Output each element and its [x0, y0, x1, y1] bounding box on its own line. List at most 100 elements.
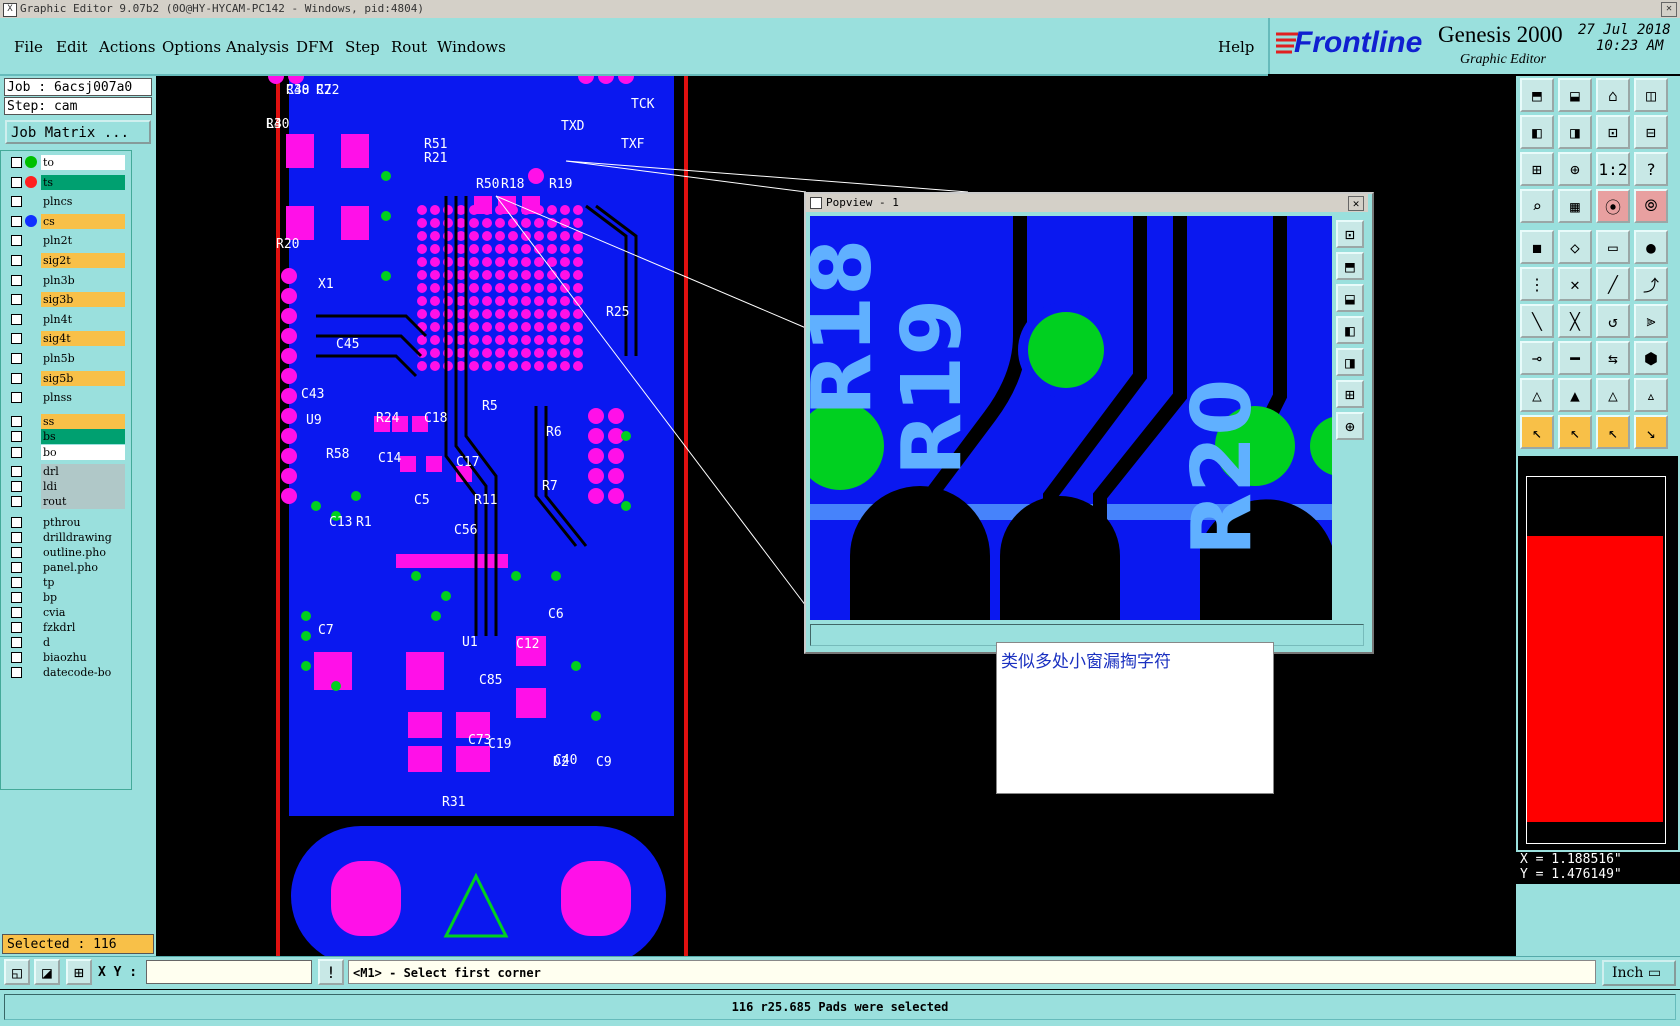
- pointer2-icon[interactable]: ↖: [1558, 415, 1592, 449]
- menu-actions[interactable]: Actions: [99, 38, 155, 56]
- help-icon[interactable]: ?: [1634, 152, 1668, 186]
- layer-row-ss[interactable]: ss: [9, 413, 125, 429]
- layer-row-tp[interactable]: tp: [9, 575, 125, 591]
- layer-checkbox[interactable]: [11, 517, 22, 529]
- pointer-icon[interactable]: ↖: [1520, 415, 1554, 449]
- grid-mode-icon[interactable]: ⊞: [66, 959, 92, 985]
- menu-help[interactable]: Help: [1218, 38, 1254, 56]
- snap-icon[interactable]: ⦿: [1596, 189, 1630, 223]
- xy-input[interactable]: [146, 960, 312, 984]
- zoom-home-icon[interactable]: ⬒: [1520, 78, 1554, 112]
- layer-row-fzkdrl[interactable]: fzkdrl: [9, 620, 125, 636]
- layer-row-bp[interactable]: bp: [9, 590, 125, 606]
- popview-titlebar[interactable]: Popview - 1 ✕: [806, 194, 1368, 212]
- menu-options[interactable]: Options: [162, 38, 221, 56]
- layer-checkbox[interactable]: [11, 446, 22, 458]
- popview-up-icon[interactable]: ⬒: [1336, 252, 1364, 280]
- mirror-icon[interactable]: ⫸: [1634, 304, 1668, 338]
- group-icon[interactable]: ⬢: [1634, 341, 1668, 375]
- slope-icon[interactable]: ╲: [1520, 304, 1554, 338]
- menu-file[interactable]: File: [14, 38, 43, 56]
- close-icon[interactable]: ✕: [1661, 2, 1677, 17]
- layer-checkbox[interactable]: [11, 652, 22, 664]
- layer-row-to[interactable]: to: [9, 155, 125, 170]
- layer-row-ldi[interactable]: ldi: [9, 479, 125, 495]
- popview-out-icon[interactable]: ⊕: [1336, 412, 1364, 440]
- layer-checkbox[interactable]: [11, 274, 22, 286]
- layer-row-panel.pho[interactable]: panel.pho: [9, 560, 125, 576]
- eraser-icon[interactable]: ◇: [1558, 230, 1592, 264]
- layer-row-drl[interactable]: drl: [9, 464, 125, 480]
- layer-checkbox[interactable]: [11, 392, 22, 404]
- redraw-icon[interactable]: ⊟: [1634, 115, 1668, 149]
- net-icon[interactable]: ⋮: [1520, 267, 1554, 301]
- layer-row-pln4t[interactable]: pln4t: [9, 311, 125, 327]
- measure-icon[interactable]: ⌕: [1520, 189, 1554, 223]
- layer-row-sig3b[interactable]: sig3b: [9, 292, 125, 308]
- zoom-out-icon[interactable]: ⊕: [1558, 152, 1592, 186]
- tri4-icon[interactable]: ▵: [1634, 378, 1668, 412]
- layer-checkbox[interactable]: [11, 176, 22, 188]
- layer-row-plncs[interactable]: plncs: [9, 194, 125, 210]
- select-mode-icon[interactable]: ◱: [4, 959, 30, 985]
- layer-row-rout[interactable]: rout: [9, 494, 125, 510]
- popview-close-icon[interactable]: ✕: [1348, 196, 1364, 211]
- layer-row-bs[interactable]: bs: [9, 429, 125, 445]
- layer-checkbox[interactable]: [11, 481, 22, 493]
- pad-icon[interactable]: ◼: [1520, 230, 1554, 264]
- layer-checkbox[interactable]: [11, 431, 22, 443]
- layer-row-cs[interactable]: cs: [9, 213, 125, 229]
- undo-icon[interactable]: ↺: [1596, 304, 1630, 338]
- layer-checkbox[interactable]: [11, 196, 22, 208]
- layer-checkbox[interactable]: [11, 622, 22, 634]
- layer-row-pln3b[interactable]: pln3b: [9, 272, 125, 288]
- layer-row-datecode-bo[interactable]: datecode-bo: [9, 665, 125, 681]
- layer-checkbox[interactable]: [11, 577, 22, 589]
- layer-row-biaozhu[interactable]: biaozhu: [9, 650, 125, 666]
- popview-left-icon[interactable]: ◧: [1336, 316, 1364, 344]
- layer-checkbox[interactable]: [11, 532, 22, 544]
- layer-checkbox[interactable]: [11, 353, 22, 364]
- pan-right-icon[interactable]: ◨: [1558, 115, 1592, 149]
- popview-system-icon[interactable]: [810, 197, 822, 209]
- system-menu-icon[interactable]: X: [3, 3, 17, 17]
- exclaim-icon[interactable]: !: [318, 959, 344, 985]
- slope2-icon[interactable]: ╳: [1558, 304, 1592, 338]
- tri1-icon[interactable]: △: [1520, 378, 1554, 412]
- layer-row-sig2t[interactable]: sig2t: [9, 253, 125, 268]
- split-icon[interactable]: ━: [1558, 341, 1592, 375]
- layer-checkbox[interactable]: [11, 637, 22, 649]
- cross-icon[interactable]: ✕: [1558, 267, 1592, 301]
- tri2-icon[interactable]: ▲: [1558, 378, 1592, 412]
- menu-dfm[interactable]: DFM: [296, 38, 334, 56]
- layer-row-sig4t[interactable]: sig4t: [9, 331, 125, 347]
- layer-checkbox[interactable]: [11, 333, 22, 345]
- grid-icon[interactable]: ▦: [1558, 189, 1592, 223]
- layer-checkbox[interactable]: [11, 547, 22, 559]
- layer-checkbox[interactable]: [11, 372, 22, 384]
- layer-row-d[interactable]: d: [9, 635, 125, 651]
- layer-row-pthrou[interactable]: pthrou: [9, 515, 125, 531]
- layer-checkbox[interactable]: [11, 466, 22, 478]
- ruler-icon[interactable]: ▭: [1596, 230, 1630, 264]
- home-icon[interactable]: ⌂: [1596, 78, 1630, 112]
- layer-row-sig5b[interactable]: sig5b: [9, 370, 125, 386]
- layer-checkbox[interactable]: [11, 215, 22, 227]
- pan-left-icon[interactable]: ◧: [1520, 115, 1554, 149]
- popview-window[interactable]: Popview - 1 ✕ R18 R19 R20 ⊡ ⬒ ⬓ ◧ ◨ ⊞ ⊕: [804, 192, 1374, 654]
- layer-row-bo[interactable]: bo: [9, 444, 125, 460]
- popview-right-icon[interactable]: ◨: [1336, 348, 1364, 376]
- layer-checkbox[interactable]: [11, 592, 22, 604]
- circle-icon[interactable]: ●: [1634, 230, 1668, 264]
- popview-canvas[interactable]: R18 R19 R20: [810, 216, 1332, 620]
- line-icon[interactable]: ╱: [1596, 267, 1630, 301]
- layer-checkbox[interactable]: [11, 313, 22, 325]
- layer-row-pln5b[interactable]: pln5b: [9, 351, 125, 366]
- layer-down-icon[interactable]: ⬓: [1558, 78, 1592, 112]
- zoom-fit-icon[interactable]: ⊞: [1520, 152, 1554, 186]
- scale-icon[interactable]: 1:2: [1596, 152, 1630, 186]
- node-icon[interactable]: ⊸: [1520, 341, 1554, 375]
- tri3-icon[interactable]: △: [1596, 378, 1630, 412]
- menu-analysis[interactable]: Analysis: [226, 38, 289, 56]
- layer-row-pln2t[interactable]: pln2t: [9, 233, 125, 249]
